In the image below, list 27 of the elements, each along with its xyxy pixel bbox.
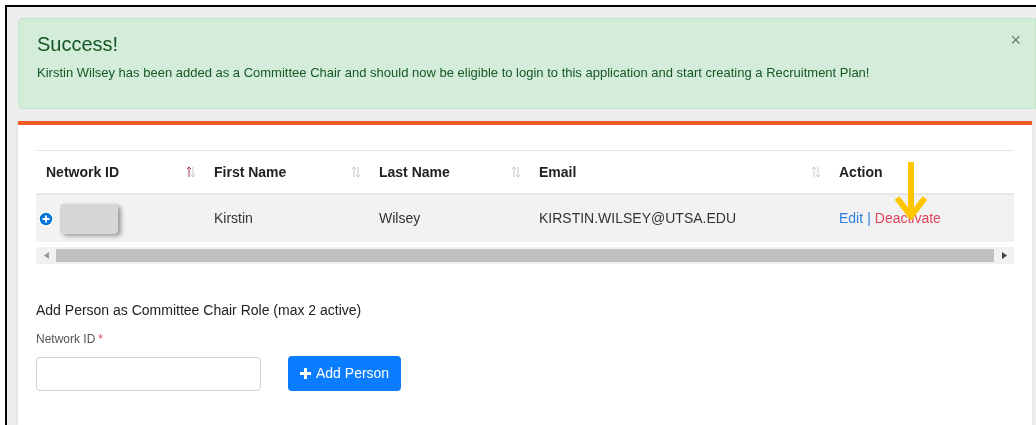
column-header[interactable]: Network ID [46, 161, 120, 183]
table-cell: KIRSTIN.WILSEY@UTSA.EDU [539, 210, 737, 226]
sort-icon[interactable] [186, 166, 196, 178]
field-label: Network ID [36, 331, 96, 348]
close-button[interactable]: × [1010, 31, 1021, 49]
column-header[interactable]: Action [839, 161, 883, 183]
scroll-left-icon[interactable] [43, 252, 49, 259]
column-header[interactable]: Last Name [379, 161, 450, 183]
expand-icon[interactable] [38, 210, 54, 227]
deactivate-link[interactable]: Deactivate [874, 208, 941, 229]
horizontal-scrollbar[interactable] [36, 247, 1014, 264]
scrollbar-thumb[interactable] [56, 249, 994, 262]
network-id-field[interactable] [36, 356, 261, 391]
edit-link[interactable]: Edit [839, 208, 864, 229]
column-header[interactable]: Email [539, 161, 577, 183]
add-person-button[interactable]: Add Person [288, 356, 402, 391]
required-mark: * [98, 331, 103, 348]
alert-message: Kirstin Wilsey has been added as a Committee Chair and should now be eligible to login to this application and start creating a Recruitment Plan! [37, 64, 871, 82]
scroll-right-icon[interactable] [1001, 252, 1007, 259]
separator: | [867, 209, 871, 228]
form-heading: Add Person as Committee Chair Role (max 2 active) [36, 301, 363, 320]
alert-title: Success! [37, 32, 119, 57]
table-cell: Kirstin [214, 210, 253, 226]
plus-icon [300, 368, 311, 379]
column-header[interactable]: First Name [214, 161, 287, 183]
redacted-block [60, 203, 118, 234]
table-cell: Wilsey [379, 210, 421, 226]
